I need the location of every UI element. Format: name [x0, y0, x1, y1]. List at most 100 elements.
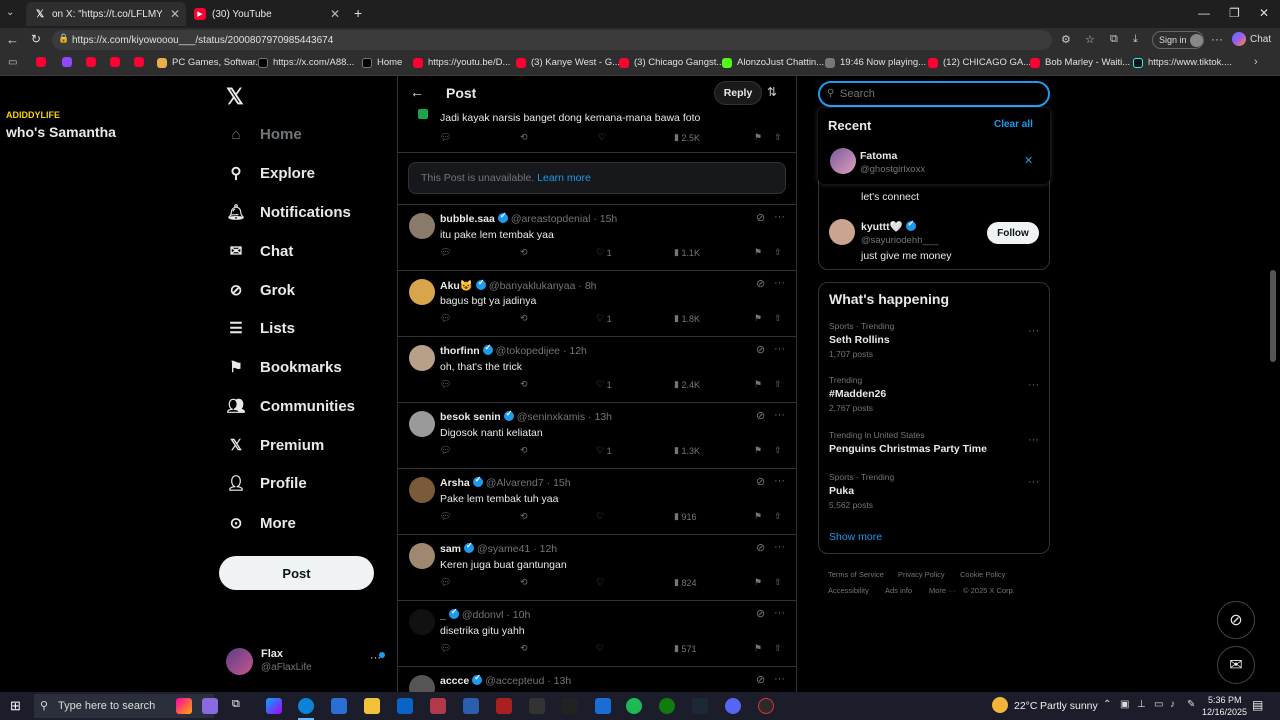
- nav-home[interactable]: ⌂ Home: [226, 124, 301, 144]
- author-name[interactable]: sam: [440, 543, 461, 555]
- share-icon[interactable]: ⇧: [774, 445, 782, 456]
- author-handle[interactable]: @accepteud: [485, 675, 544, 687]
- windows-start-icon[interactable]: ⊞: [10, 698, 21, 714]
- tab-x-post[interactable]: 𝕏 on X: "https://t.co/LFLMY2Js1h ✕: [26, 2, 186, 26]
- trend-item[interactable]: Sports · Trending Puka 5,562 posts ···: [829, 472, 1039, 510]
- avatar[interactable]: [409, 345, 435, 371]
- downloads-icon[interactable]: ⤓: [1133, 33, 1138, 46]
- trend-item[interactable]: Trending #Madden26 2,767 posts ···: [829, 375, 1039, 413]
- reply-icon[interactable]: 💬︎: [440, 247, 451, 258]
- author-name[interactable]: Aku😺: [440, 280, 473, 292]
- tab-youtube[interactable]: ▶ (30) YouTube ✕: [186, 2, 346, 26]
- maximize-icon[interactable]: ❐: [1229, 6, 1240, 20]
- extensions-icon[interactable]: ⚙: [1061, 33, 1071, 46]
- app-icon[interactable]: [595, 698, 611, 714]
- reply-icon[interactable]: 💬︎: [440, 379, 451, 390]
- bookmark-icon[interactable]: ⚑: [754, 511, 762, 522]
- nav-explore[interactable]: ⚲ Explore: [226, 163, 316, 183]
- url-field[interactable]: 🔒 https://x.com/kiyowooou___/status/2000…: [52, 30, 1052, 50]
- more-icon[interactable]: ···: [1028, 476, 1039, 488]
- grok-icon[interactable]: ⊘: [756, 607, 765, 620]
- share-icon[interactable]: ⇧: [774, 511, 782, 522]
- trend-item[interactable]: Sports · Trending Seth Rollins 1,707 pos…: [829, 321, 1039, 359]
- show-more-link[interactable]: Show more: [829, 531, 882, 543]
- like-button[interactable]: ♡ 1: [596, 313, 612, 324]
- avatar[interactable]: [409, 477, 435, 503]
- edge-icon[interactable]: [298, 698, 314, 714]
- weather-text[interactable]: Partly sunny: [1040, 700, 1098, 712]
- nav-more[interactable]: ⊙ More: [226, 513, 296, 533]
- like-button[interactable]: ♡: [596, 577, 607, 588]
- bookmark-item[interactable]: https://x.com/A88...: [258, 57, 354, 68]
- app-icon[interactable]: [496, 698, 512, 714]
- nav-profile[interactable]: 👤︎ Profile: [226, 473, 306, 493]
- grok-icon[interactable]: ⊘: [756, 343, 765, 356]
- bookmark-twitch[interactable]: [62, 57, 77, 67]
- grok-icon[interactable]: ⊘: [756, 475, 765, 488]
- share-icon[interactable]: ⇧: [774, 643, 782, 654]
- steam-icon[interactable]: [692, 698, 708, 714]
- xbox-icon[interactable]: [659, 698, 675, 714]
- reply-row[interactable]: thorfinn @tokopedijee · 12h ⊘ ··· oh, tha…: [398, 337, 796, 403]
- task-view-icon[interactable]: ⧉: [232, 698, 248, 714]
- more-icon[interactable]: ···: [774, 409, 785, 421]
- avatar[interactable]: [409, 213, 435, 239]
- views-stat[interactable]: ▮ 916: [674, 511, 697, 522]
- author-name[interactable]: thorfinn: [440, 345, 480, 357]
- bookmark-icon[interactable]: ⚑: [754, 577, 762, 588]
- more-icon[interactable]: ···: [774, 607, 785, 619]
- author-name[interactable]: bubble.saa: [440, 213, 495, 225]
- nav-notifications[interactable]: 🔔︎ Notifications: [226, 202, 350, 222]
- reply-icon[interactable]: 💬︎: [440, 313, 451, 324]
- author-name[interactable]: accce: [440, 675, 469, 687]
- bookmark-item[interactable]: Home: [362, 57, 402, 68]
- search-input[interactable]: ⚲ Search: [818, 81, 1050, 107]
- repost-icon[interactable]: ⟲: [520, 577, 528, 588]
- footer-link[interactable]: More ···: [929, 586, 956, 595]
- author-handle[interactable]: @syame41: [477, 543, 530, 555]
- reply-row[interactable]: Aku😺 @banyaklukanyaa · 8h ⊘ ··· bagus bgt…: [398, 271, 796, 337]
- views-stat[interactable]: ▮ 2.5K: [674, 132, 700, 143]
- reply-row[interactable]: sam @syame41 · 12h ⊘ ··· Keren juga buat …: [398, 535, 796, 601]
- bookmark-item[interactable]: (12) CHICAGO GA...: [928, 57, 1031, 68]
- new-tab-icon[interactable]: +: [354, 5, 362, 21]
- repost-icon[interactable]: ⟲: [520, 247, 528, 258]
- footer-link[interactable]: Cookie Policy: [960, 570, 1005, 579]
- more-icon[interactable]: ···: [774, 277, 785, 289]
- close-window-icon[interactable]: ✕: [1259, 6, 1269, 20]
- copilot-icon[interactable]: [266, 698, 282, 714]
- bookmark-icon[interactable]: ⚑: [754, 247, 762, 258]
- reply-row[interactable]: bubble.saa @areastopdenial · 15h ⊘ ··· it…: [398, 205, 796, 271]
- views-stat[interactable]: ▮ 1.1K: [674, 247, 700, 258]
- reply-row[interactable]: accce@accepteud · 13h ⊘ ··· 💬︎ ⟲ ♡ ▮ ⚑ ⇧: [398, 667, 796, 692]
- notification-center-icon[interactable]: ▤: [1252, 698, 1263, 712]
- back-arrow-icon[interactable]: ←: [410, 84, 424, 100]
- bookmark-item[interactable]: Bob Marley - Waiti...: [1030, 57, 1130, 68]
- nav-chat[interactable]: ✉ Chat: [226, 241, 294, 261]
- grok-icon[interactable]: ⊘: [756, 409, 765, 422]
- author-handle[interactable]: @banyaklukanyaa: [489, 280, 576, 292]
- avatar[interactable]: [409, 411, 435, 437]
- bookmark-youtube[interactable]: [134, 57, 149, 67]
- app-icon[interactable]: [758, 698, 774, 714]
- avatar[interactable]: [409, 675, 435, 692]
- bookmark-item[interactable]: AlonzoJust Chattin...: [722, 57, 824, 68]
- reply-row[interactable]: Arsha @Alvarend7 · 15h ⊘ ··· Pake lem tem…: [398, 469, 796, 535]
- trend-item[interactable]: Trending in United States Penguins Chris…: [829, 430, 1039, 458]
- tray-chevron-icon[interactable]: ⌃: [1103, 699, 1111, 710]
- reply-row[interactable]: _ @ddonvl · 10h ⊘ ··· disetrika gitu yahh…: [398, 601, 796, 667]
- footer-link[interactable]: Terms of Service: [828, 570, 884, 579]
- author-name[interactable]: _: [440, 609, 446, 621]
- like-button[interactable]: ♡: [596, 643, 607, 654]
- footer-link[interactable]: Accessibility: [828, 586, 869, 595]
- repost-icon[interactable]: ⟲: [520, 132, 528, 143]
- learn-more-link[interactable]: Learn more: [537, 172, 591, 184]
- reply-button[interactable]: Reply: [714, 81, 762, 105]
- more-icon[interactable]: ···: [774, 673, 785, 685]
- timestamp[interactable]: 15h: [553, 477, 571, 489]
- more-icon[interactable]: ···: [1028, 434, 1039, 446]
- reply-icon[interactable]: 💬︎: [440, 577, 451, 588]
- bookmark-youtube[interactable]: [110, 57, 125, 67]
- settings-icon[interactable]: ⇅: [767, 85, 777, 99]
- views-stat[interactable]: ▮ 571: [674, 643, 697, 654]
